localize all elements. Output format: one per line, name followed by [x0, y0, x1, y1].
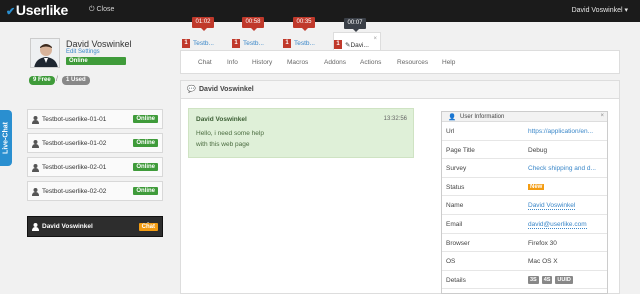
caret-down-icon: ▾ — [624, 7, 628, 14]
contact-name: Testbot-userlike-01-01 — [42, 116, 107, 123]
person-icon — [32, 140, 39, 150]
person-icon — [32, 223, 39, 233]
info-row-browser: Browser Firefox 30 — [442, 234, 607, 253]
message-time: 13:32:56 — [383, 116, 407, 122]
contact-name: Testbot-userlike-02-02 — [42, 188, 107, 195]
chat-tab-active[interactable]: 00:07 1 ✎Davi... × — [333, 18, 381, 51]
chat-message: David Voswinkel 13:32:56 Hello, i need s… — [188, 108, 414, 158]
status-badge: Online — [133, 187, 158, 195]
message-body: Hello, i need some help with this web pa… — [196, 130, 264, 148]
edit-settings-link[interactable]: Edit Settings — [66, 49, 100, 55]
tab-history[interactable]: History — [252, 59, 272, 66]
contact-name: Testbot-userlike-01-02 — [42, 140, 107, 147]
active-chat-item[interactable]: David Voswinkel ✎ Chat — [27, 216, 163, 237]
info-row-name: Name David Voswinkel — [442, 196, 607, 215]
contact-item[interactable]: Testbot-userlike-01-02 Online — [27, 133, 163, 153]
status-badge: Online — [133, 139, 158, 147]
chat-tab[interactable]: 01:02 1 Testb... — [182, 17, 228, 51]
chat-tab-label: Testb... — [294, 40, 315, 47]
close-icon[interactable]: × — [600, 113, 604, 119]
email-editable[interactable]: david@userlike.com — [528, 221, 587, 229]
chat-tab-label: Testb... — [193, 40, 214, 47]
status-badge: Online — [133, 163, 158, 171]
detail-tags: 3S 4S UUID — [528, 275, 574, 284]
online-status-toggle[interactable]: Online — [66, 57, 126, 65]
user-info-header: 👤 User Information × — [442, 112, 607, 122]
new-status-badge: New — [528, 183, 545, 190]
panel-header: 💬 David Voswinkel — [181, 81, 619, 99]
info-row-email: Email david@userlike.com — [442, 215, 607, 234]
active-chat-name: David Voswinkel — [42, 223, 93, 230]
panel-title: David Voswinkel — [199, 86, 254, 93]
avatar — [30, 38, 60, 68]
detail-tag[interactable]: UUID — [555, 275, 573, 284]
used-slots-badge: 1 Used — [62, 76, 90, 85]
close-link[interactable]: ⏻ Close — [89, 6, 114, 14]
user-menu[interactable]: David Voswinkel ▾ — [572, 6, 628, 14]
contact-item[interactable]: Testbot-userlike-02-01 Online — [27, 157, 163, 177]
operator-name: David Voswinkel — [66, 39, 132, 49]
user-information-box: 👤 User Information × Url https://applica… — [441, 111, 608, 294]
top-bar: ✔Userlike ⏻ Close David Voswinkel ▾ — [0, 0, 640, 22]
person-icon — [32, 116, 39, 126]
tab-actions[interactable]: Actions — [360, 59, 381, 66]
power-icon: ⏻ — [89, 6, 95, 13]
chat-timer: 00:07 — [344, 18, 366, 32]
chat-nav: Chat Info History Macros Addons Actions … — [180, 50, 620, 74]
info-row-url: Url https://application/en... — [442, 122, 607, 141]
tab-macros[interactable]: Macros — [287, 59, 308, 66]
contact-item[interactable]: Testbot-userlike-01-01 Online — [27, 109, 163, 129]
info-row-details: Details 3S 4S UUID — [442, 271, 607, 290]
speech-bubble-icon: 💬 — [187, 86, 196, 93]
unread-count: 1 — [283, 39, 291, 48]
person-icon: 👤 — [448, 114, 457, 121]
chat-button[interactable]: Chat — [138, 223, 158, 231]
info-row-status: Status New — [442, 178, 607, 197]
tab-addons[interactable]: Addons — [324, 59, 346, 66]
tab-resources[interactable]: Resources — [397, 59, 428, 66]
status-badge: Online — [133, 115, 158, 123]
contact-item[interactable]: Testbot-userlike-02-02 Online — [27, 181, 163, 201]
contact-name: Testbot-userlike-02-01 — [42, 164, 107, 171]
url-link[interactable]: https://application/en... — [528, 128, 593, 135]
chat-timer: 01:02 — [192, 17, 214, 31]
chat-timer: 00:35 — [293, 17, 315, 31]
tab-chat[interactable]: Chat — [198, 59, 212, 66]
userlike-logo[interactable]: ✔Userlike — [6, 2, 68, 18]
live-chat-tab[interactable]: Live-Chat — [0, 110, 12, 166]
unread-count: 1 — [334, 40, 342, 49]
name-editable[interactable]: David Voswinkel — [528, 202, 576, 211]
person-icon — [32, 188, 39, 198]
chat-timer: 00:58 — [242, 17, 264, 31]
detail-tag[interactable]: 3S — [528, 275, 539, 284]
chat-tab-label: ✎Davi... — [345, 42, 369, 49]
bird-icon: ✔ — [6, 6, 15, 18]
chat-tab-label: Testb... — [243, 40, 264, 47]
chat-panel: 💬 David Voswinkel David Voswinkel 13:32:… — [180, 80, 620, 294]
tab-help[interactable]: Help — [442, 59, 455, 66]
slot-separator: / — [56, 76, 58, 83]
unread-count: 1 — [182, 39, 190, 48]
contact-list: Testbot-userlike-01-01 Online Testbot-us… — [27, 109, 163, 205]
info-row-os: OS Mac OS X — [442, 252, 607, 271]
chat-tab[interactable]: 00:35 1 Testb... — [283, 17, 329, 51]
free-slots-badge: 9 Free — [29, 76, 55, 85]
chat-tab[interactable]: 00:58 1 Testb... — [232, 17, 278, 51]
survey-link[interactable]: Check shipping and d... — [528, 165, 596, 172]
person-icon — [32, 164, 39, 174]
detail-tag[interactable]: 4S — [541, 275, 553, 284]
user-info-title: User Information — [460, 114, 505, 120]
close-tab-icon[interactable]: × — [373, 36, 377, 42]
info-row-page-title: Page Title Debug — [442, 141, 607, 160]
unread-count: 1 — [232, 39, 240, 48]
info-row-survey: Survey Check shipping and d... — [442, 159, 607, 178]
message-sender: David Voswinkel — [196, 116, 247, 123]
tab-info[interactable]: Info — [227, 59, 238, 66]
